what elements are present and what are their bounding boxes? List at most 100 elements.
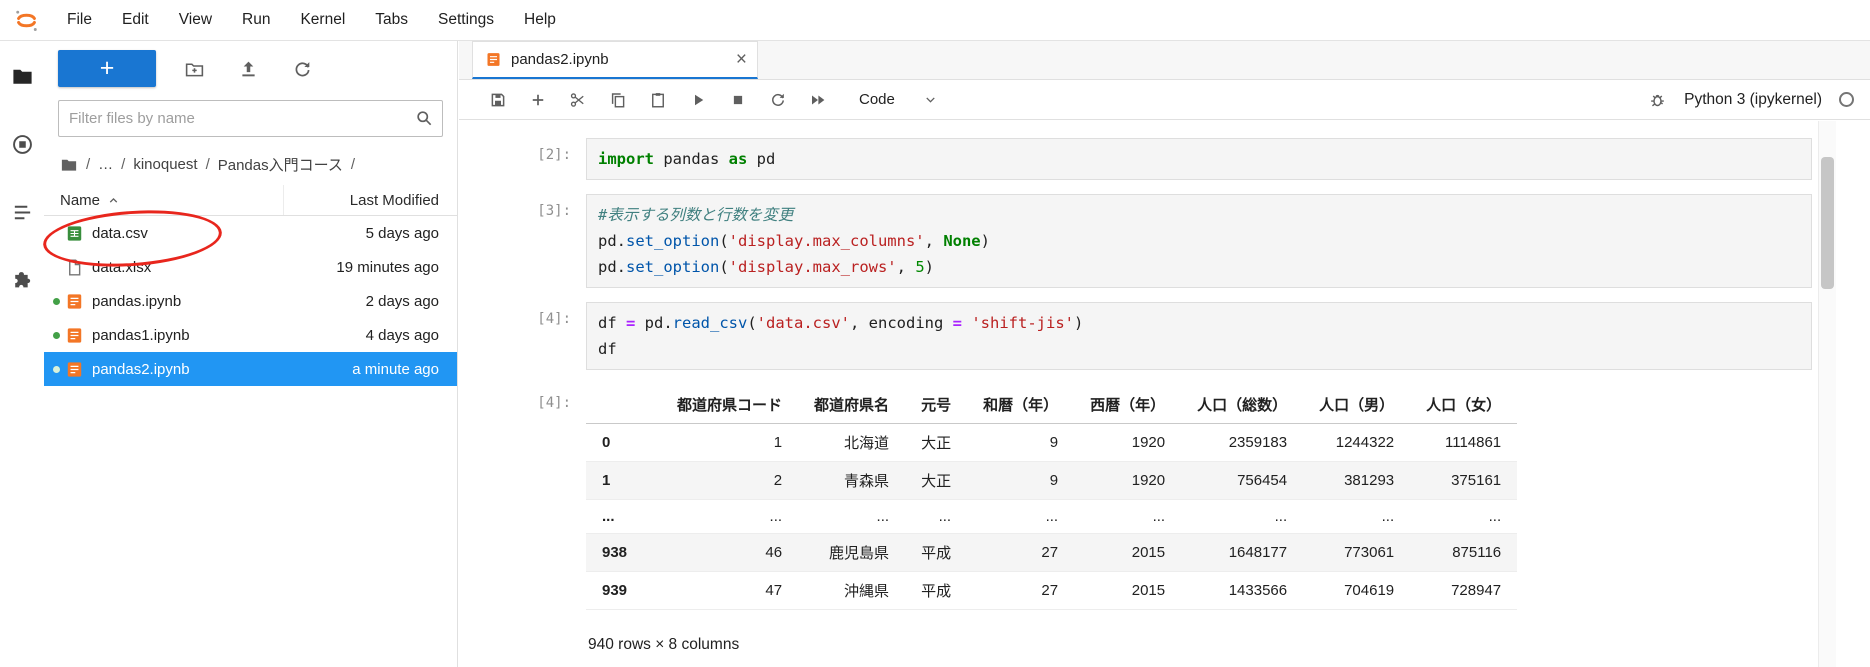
upload-files-button[interactable] <box>238 59 259 80</box>
breadcrumb: / … / kinoquest / Pandas入門コース / <box>44 152 457 177</box>
table-cell: 47 <box>765 582 783 599</box>
activity-bar <box>0 41 44 667</box>
breadcrumb-folder-4[interactable]: kinoquest <box>133 156 197 173</box>
cut-cell-button[interactable] <box>569 91 587 109</box>
table-row: 938 46 鹿児島県 平成 27 2015 1648177 773061 875116 <box>586 533 1518 572</box>
table-cell: 2015 <box>1131 582 1166 599</box>
cell-type-dropdown[interactable]: Code <box>859 91 938 108</box>
file-browser-panel: + / … / kinoquest / Pandas入門コース / Name Last Mo… <box>44 41 458 667</box>
notebook-content: [2]: import pandas as pd [3]: #表示する列数と行数を変更… <box>459 121 1812 667</box>
refresh-file-list-button[interactable] <box>292 59 313 80</box>
csv-file-icon <box>65 224 84 243</box>
output-body: 都道府県コード 都道府県名 元号 和暦（年） 西暦（年） 人口（総数） 人口（男） 人口（女）… <box>586 386 1518 654</box>
code-editor[interactable]: df = pd.read_csv('data.csv', encoding = … <box>586 302 1812 370</box>
table-cell: 鹿児島県 <box>829 545 890 562</box>
run-cell-button[interactable] <box>689 91 707 109</box>
table-cell: 1920 <box>1131 434 1166 451</box>
code-editor[interactable]: import pandas as pd <box>586 138 1812 180</box>
output-execution-count: [4]: <box>537 395 571 411</box>
menu-item-edit[interactable]: Edit <box>107 0 164 40</box>
restart-run-all-button[interactable] <box>809 91 827 109</box>
paste-cell-button[interactable] <box>649 91 667 109</box>
column-header-name[interactable]: Name <box>44 192 283 209</box>
filter-files-input[interactable] <box>58 100 443 137</box>
table-cell: 381293 <box>1344 472 1395 489</box>
menu-item-tabs[interactable]: Tabs <box>360 0 423 40</box>
menu-item-run[interactable]: Run <box>227 0 285 40</box>
table-cell: 773061 <box>1344 544 1395 561</box>
table-cell: ... <box>1274 508 1288 525</box>
new-launcher-button[interactable]: + <box>58 50 156 87</box>
file-name: pandas2.ipynb <box>92 360 190 378</box>
notebook-toolbar-icons <box>489 91 827 109</box>
output-area: [4]: 都道府県コード 都道府県名 元号 和暦（年） 西暦（年） 人口（総数） 人口（男）… <box>459 386 1812 654</box>
close-tab-icon[interactable]: × <box>736 50 747 69</box>
notebook-file-icon <box>65 360 84 379</box>
cell-list: [2]: import pandas as pd [3]: #表示する列数と行数を変更… <box>459 138 1812 370</box>
file-row-data.xlsx[interactable]: data.xlsx 19 minutes ago <box>44 250 457 284</box>
code-editor[interactable]: #表示する列数と行数を変更 pd.set_option('display.max_… <box>586 194 1812 288</box>
save-button[interactable] <box>489 91 507 109</box>
folder-icon[interactable] <box>11 65 34 88</box>
table-cell: 46 <box>765 544 783 561</box>
column-header: 都道府県コード <box>677 397 783 414</box>
table-row: 0 1 北海道 大正 9 1920 2359183 1244322 1114861 <box>586 424 1518 462</box>
tab-bar: pandas2.ipynb × <box>459 41 1870 80</box>
file-row-pandas.ipynb[interactable]: pandas.ipynb 2 days ago <box>44 284 457 318</box>
table-cell: 北海道 <box>844 435 890 452</box>
file-last-modified: 4 days ago <box>365 326 439 344</box>
file-name: data.xlsx <box>92 258 152 276</box>
notebook-scrollbar[interactable] <box>1818 121 1836 667</box>
menu-bar-items: File Edit View Run Kernel Tabs Settings Help <box>52 0 571 40</box>
menu-bar: File Edit View Run Kernel Tabs Settings Help <box>0 0 1870 41</box>
code-cell: [4]: df = pd.read_csv('data.csv', encodin… <box>459 302 1812 370</box>
code-cell: [3]: #表示する列数と行数を変更 pd.set_option('display.… <box>459 194 1812 288</box>
table-cell: 728947 <box>1451 582 1502 599</box>
file-browser-actions <box>174 41 313 97</box>
column-header-last-modified[interactable]: Last Modified <box>283 185 457 215</box>
running-icon[interactable] <box>11 133 34 156</box>
debugger-bug-icon[interactable] <box>1648 90 1667 109</box>
menu-item-help[interactable]: Help <box>509 0 571 40</box>
table-row: 939 47 沖縄県 平成 27 2015 1433566 704619 728947 <box>586 572 1518 610</box>
table-cell: 1 <box>773 434 783 451</box>
table-cell: ... <box>876 508 890 525</box>
table-cell: 大正 <box>921 435 952 452</box>
table-cell: ... <box>1152 508 1166 525</box>
breadcrumb-ellipsis[interactable]: … <box>98 156 113 173</box>
file-row-pandas2.ipynb[interactable]: pandas2.ipynb a minute ago <box>44 352 457 386</box>
file-browser-toolbar: + <box>44 41 457 97</box>
table-cell: 沖縄県 <box>844 583 890 600</box>
file-name: pandas.ipynb <box>92 292 182 310</box>
table-cell: 1648177 <box>1228 544 1288 561</box>
file-last-modified: 5 days ago <box>365 224 439 242</box>
menu-item-settings[interactable]: Settings <box>423 0 509 40</box>
file-row-pandas1.ipynb[interactable]: pandas1.ipynb 4 days ago <box>44 318 457 352</box>
table-cell: 27 <box>1041 582 1059 599</box>
execution-count: [2]: <box>537 147 571 163</box>
file-name: data.csv <box>92 224 148 242</box>
kernel-running-indicator <box>53 366 60 373</box>
main-area: pandas2.ipynb × Code Python 3 (ipykernel… <box>459 41 1870 667</box>
column-header: 西暦（年） <box>1090 397 1166 414</box>
file-row-data.csv[interactable]: data.csv 5 days ago <box>44 216 457 250</box>
dataframe-summary: 940 rows × 8 columns <box>588 636 740 653</box>
breadcrumb-folder-6[interactable]: Pandas入門コース <box>218 154 343 175</box>
new-folder-button[interactable] <box>184 59 205 80</box>
menu-item-kernel[interactable]: Kernel <box>285 0 360 40</box>
copy-cell-button[interactable] <box>609 91 627 109</box>
puzzle-icon[interactable] <box>11 269 34 292</box>
menu-item-view[interactable]: View <box>164 0 227 40</box>
scrollbar-thumb[interactable] <box>1821 157 1834 289</box>
breadcrumb-home-folder-icon[interactable] <box>60 156 78 174</box>
menu-item-file[interactable]: File <box>52 0 107 40</box>
kernel-name[interactable]: Python 3 (ipykernel) <box>1684 91 1822 109</box>
interrupt-kernel-button[interactable] <box>729 91 747 109</box>
toc-icon[interactable] <box>11 201 34 224</box>
table-cell: 2 <box>773 472 783 489</box>
insert-cell-button[interactable] <box>529 91 547 109</box>
file-file-icon <box>65 258 84 277</box>
column-header-name-label: Name <box>60 191 101 209</box>
restart-kernel-button[interactable] <box>769 91 787 109</box>
tab-pandas2-ipynb[interactable]: pandas2.ipynb × <box>472 41 758 79</box>
